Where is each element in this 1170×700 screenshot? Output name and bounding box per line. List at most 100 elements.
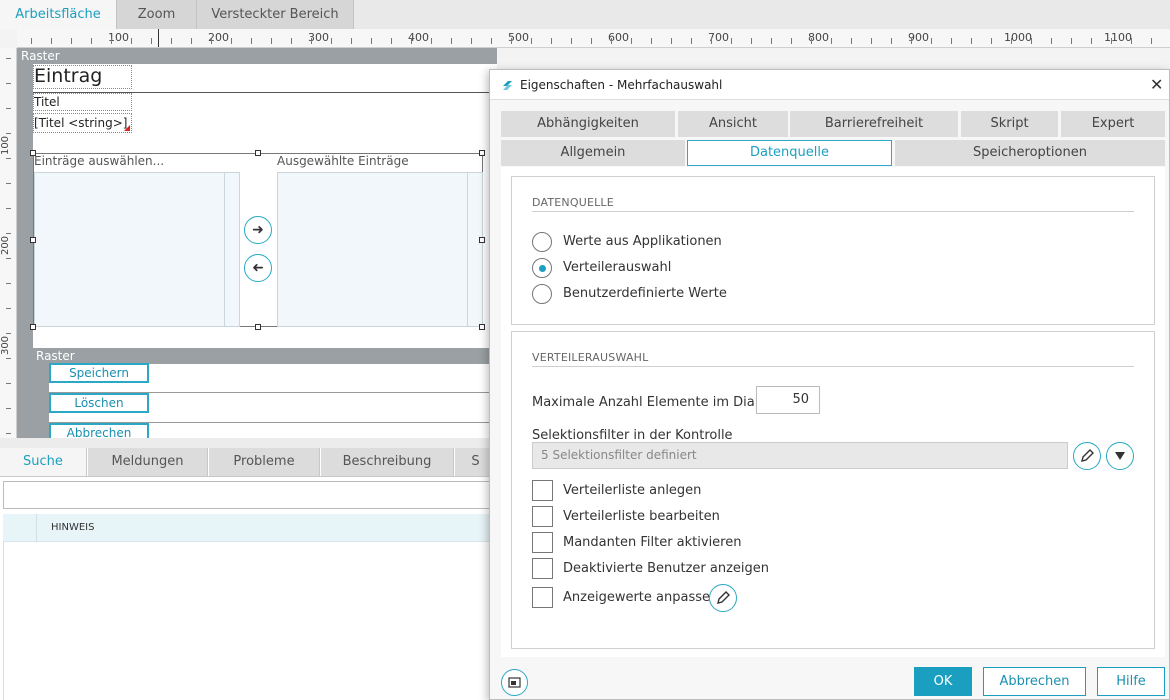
properties-dialog: Eigenschaften - Mehrfachauswahl ✕ Abhäng…: [489, 69, 1170, 700]
close-icon[interactable]: ✕: [1150, 75, 1163, 94]
ok-button[interactable]: OK: [914, 667, 972, 696]
pencil-icon: [1081, 449, 1094, 462]
scrollbar[interactable]: [224, 173, 239, 326]
tab-allgemein[interactable]: Allgemein: [501, 140, 685, 166]
eintrag-title-box[interactable]: Eintrag: [33, 65, 132, 89]
tab-abhaengigkeiten[interactable]: Abhängigkeiten: [501, 111, 675, 137]
ruler-label: 100: [0, 135, 12, 156]
selected-entries-list[interactable]: [277, 172, 483, 327]
checkbox-label[interactable]: Mandanten Filter aktivieren: [563, 535, 741, 550]
checkbox-mandanten-filter[interactable]: [532, 532, 553, 553]
resize-handle[interactable]: [255, 324, 261, 330]
radio-label[interactable]: Verteilerauswahl: [563, 260, 671, 275]
titel-label-box[interactable]: Titel: [33, 93, 132, 111]
checkbox-label[interactable]: Verteilerliste anlegen: [563, 483, 701, 498]
raster-header-2[interactable]: Raster: [33, 348, 497, 364]
available-entries-list[interactable]: [34, 172, 240, 327]
titel-field[interactable]: [Titel <string>]: [33, 113, 132, 133]
ruler-tick: [6, 183, 11, 184]
window-icon: [508, 677, 521, 688]
tab-barrierefreiheit[interactable]: Barrierefreiheit: [790, 111, 958, 137]
ruler-tick: [191, 38, 192, 44]
tab-arbeitsflaeche[interactable]: Arbeitsfläche: [0, 0, 117, 29]
horizontal-ruler: 100 200 300 400 500 600 700 800 900 1000…: [17, 29, 1170, 48]
max-elements-input[interactable]: 50: [756, 386, 820, 414]
ruler-tick: [6, 383, 11, 384]
resize-handle[interactable]: [255, 150, 261, 156]
tab-zoom[interactable]: Zoom: [117, 0, 197, 29]
ruler-tick: [6, 158, 11, 159]
checkbox-verteilerliste-anlegen[interactable]: [532, 480, 553, 501]
results-table-body[interactable]: [3, 542, 497, 700]
ruler-tick: [731, 38, 732, 44]
dialog-title-bar[interactable]: Eigenschaften - Mehrfachauswahl ✕: [490, 70, 1169, 100]
loeschen-button[interactable]: Löschen: [49, 393, 149, 413]
tab-datenquelle[interactable]: Datenquelle: [687, 140, 892, 166]
ruler-tick: [451, 38, 452, 44]
titel-field-text: [Titel <string>]: [34, 116, 128, 130]
cancel-button[interactable]: Abbrechen: [983, 667, 1086, 696]
ruler-tick: [131, 38, 132, 44]
filter-button[interactable]: [1106, 442, 1134, 470]
resize-handle[interactable]: [479, 237, 485, 243]
resize-handle[interactable]: [30, 150, 36, 156]
ruler-tick: [831, 38, 832, 44]
app-logo-icon: [503, 81, 512, 90]
tab-ansicht[interactable]: Ansicht: [678, 111, 788, 137]
ruler-tick: [1011, 38, 1012, 44]
help-button[interactable]: Hilfe: [1097, 667, 1165, 696]
tab-skript[interactable]: Skript: [961, 111, 1058, 137]
scrollbar[interactable]: [467, 173, 482, 326]
tab-speicheroptionen[interactable]: Speicheroptionen: [895, 140, 1165, 166]
tab-versteckter-bereich[interactable]: Versteckter Bereich: [197, 0, 354, 29]
tab-beschreibung[interactable]: Beschreibung: [321, 448, 454, 476]
radio-verteilerauswahl[interactable]: [532, 258, 552, 278]
raster-header[interactable]: Raster: [17, 48, 497, 64]
radio-label[interactable]: Werte aus Applikationen: [563, 234, 722, 249]
move-right-button[interactable]: ➜: [244, 216, 272, 244]
search-input[interactable]: [3, 481, 497, 509]
ruler-tick: [911, 38, 912, 44]
eintrag-title: Eintrag: [34, 65, 103, 87]
ruler-tick: [511, 38, 512, 44]
checkbox-label[interactable]: Anzeigewerte anpassen: [563, 590, 718, 605]
datenquelle-section: DATENQUELLE Werte aus Applikationen Vert…: [511, 176, 1155, 325]
ruler-tick: [211, 38, 212, 44]
ruler-tick: [1151, 38, 1152, 44]
ruler-tick: [771, 38, 772, 44]
right-list-label: Ausgewählte Einträge: [277, 154, 409, 168]
checkbox-label[interactable]: Verteilerliste bearbeiten: [563, 509, 720, 524]
radio-label[interactable]: Benutzerdefinierte Werte: [563, 286, 727, 301]
tab-expert[interactable]: Expert: [1061, 111, 1165, 137]
ruler-tick: [171, 38, 172, 44]
column-header-hinweis[interactable]: HINWEIS: [51, 522, 94, 533]
speichern-button[interactable]: Speichern: [49, 363, 149, 383]
move-left-button[interactable]: ➜: [244, 254, 272, 282]
checkbox-anzeigewerte-anpassen[interactable]: [532, 587, 553, 608]
checkbox-label[interactable]: Deaktivierte Benutzer anzeigen: [563, 561, 769, 576]
resize-handle[interactable]: [479, 324, 485, 330]
ruler-tick: [6, 358, 11, 359]
checkbox-deaktivierte-benutzer[interactable]: [532, 558, 553, 579]
ruler-tick: [591, 38, 592, 44]
resize-handle[interactable]: [30, 324, 36, 330]
layout-toggle-button[interactable]: [501, 669, 528, 696]
ruler-tick: [811, 38, 812, 44]
resize-handle[interactable]: [30, 237, 36, 243]
tab-suche[interactable]: Suche: [0, 448, 87, 476]
radio-werte-aus-applikationen[interactable]: [532, 232, 552, 252]
ruler-label: 1100: [1104, 31, 1132, 44]
tab-meldungen[interactable]: Meldungen: [88, 448, 208, 476]
multiselect-component[interactable]: Einträge auswählen... Ausgewählte Einträ…: [33, 153, 483, 327]
checkbox-verteilerliste-bearbeiten[interactable]: [532, 506, 553, 527]
radio-benutzerdefinierte-werte[interactable]: [532, 284, 552, 304]
resize-handle[interactable]: [479, 150, 485, 156]
edit-filter-button[interactable]: [1073, 442, 1101, 470]
tab-probleme[interactable]: Probleme: [209, 448, 320, 476]
edit-display-values-button[interactable]: [709, 584, 737, 612]
titel-label: Titel: [34, 95, 60, 109]
ruler-tick: [571, 38, 572, 44]
selection-filter-field[interactable]: 5 Selektionsfilter definiert: [532, 442, 1068, 469]
ruler-tick: [431, 38, 432, 44]
section-heading: VERTEILERAUSWAHL: [532, 351, 649, 364]
